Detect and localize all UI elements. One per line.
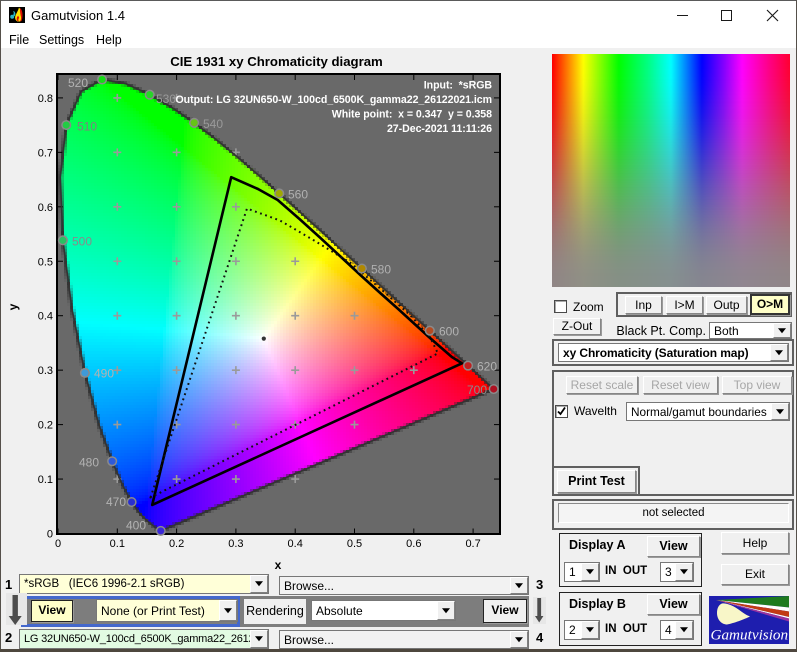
svg-text:0.7: 0.7 xyxy=(38,147,53,159)
svg-text:0.4: 0.4 xyxy=(288,538,303,550)
svg-text:480: 480 xyxy=(79,456,99,470)
svg-text:620: 620 xyxy=(477,360,497,374)
svg-text:x: x xyxy=(275,558,282,572)
svg-text:27-Dec-2021 11:11:26: 27-Dec-2021 11:11:26 xyxy=(387,123,492,135)
svg-text:0.8: 0.8 xyxy=(38,93,53,105)
svg-text:0: 0 xyxy=(47,529,53,541)
svg-text:0.2: 0.2 xyxy=(38,420,53,432)
svg-text:400: 400 xyxy=(126,519,146,533)
svg-text:0.6: 0.6 xyxy=(406,538,421,550)
svg-text:600: 600 xyxy=(439,325,459,339)
svg-text:0: 0 xyxy=(55,538,61,550)
svg-text:500: 500 xyxy=(72,235,92,249)
svg-text:530: 530 xyxy=(156,92,176,106)
svg-text:560: 560 xyxy=(288,188,308,202)
svg-text:700: 700 xyxy=(467,383,487,397)
svg-text:0.1: 0.1 xyxy=(38,474,53,486)
svg-text:0.2: 0.2 xyxy=(169,538,184,550)
svg-text:0.3: 0.3 xyxy=(228,538,243,550)
svg-text:0.7: 0.7 xyxy=(465,538,480,550)
svg-text:510: 510 xyxy=(77,120,97,134)
svg-text:Input: *sRGB: Input: *sRGB xyxy=(424,80,493,92)
svg-text:CIE 1931 xy Chromaticity diagr: CIE 1931 xy Chromaticity diagram xyxy=(170,54,383,69)
svg-text:490: 490 xyxy=(94,367,114,381)
svg-text:0.3: 0.3 xyxy=(38,365,53,377)
svg-text:0.4: 0.4 xyxy=(38,311,53,323)
svg-text:Output: LG 32UN650-W_100cd_650: Output: LG 32UN650-W_100cd_6500K_gamma22… xyxy=(175,94,492,106)
svg-text:White point: x = 0.347 y = 0: White point: x = 0.347 y = 0.358 xyxy=(332,109,492,121)
svg-text:0.5: 0.5 xyxy=(347,538,362,550)
svg-text:470: 470 xyxy=(106,495,126,509)
svg-text:y: y xyxy=(6,303,20,310)
svg-text:0.6: 0.6 xyxy=(38,202,53,214)
svg-text:0.1: 0.1 xyxy=(110,538,125,550)
svg-text:Gamutvision: Gamutvision xyxy=(711,627,789,644)
svg-text:520: 520 xyxy=(68,76,88,90)
svg-text:0.5: 0.5 xyxy=(38,256,53,268)
svg-text:580: 580 xyxy=(371,263,391,277)
svg-text:540: 540 xyxy=(203,117,223,131)
